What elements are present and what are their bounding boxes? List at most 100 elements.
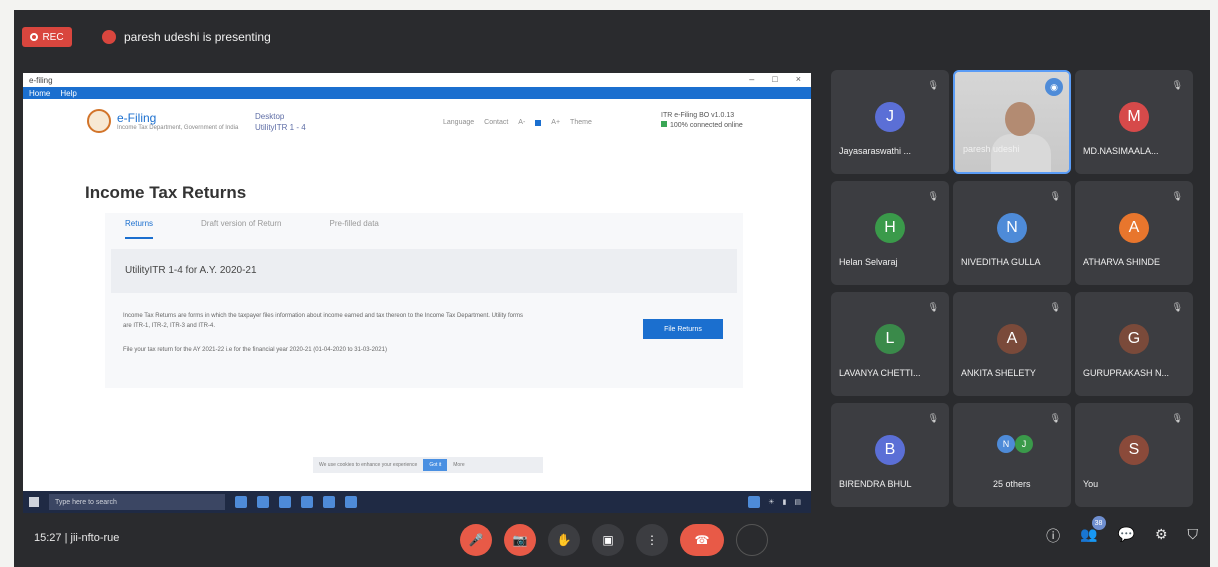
tool-font-small[interactable]: A- xyxy=(518,119,525,126)
participant-tile[interactable]: N 🎙 NIVEDITHA GULLA xyxy=(953,181,1071,285)
version-text: ITR e-Filing BO v1.0.13 xyxy=(661,112,735,119)
windows-start-icon[interactable] xyxy=(29,497,39,507)
taskbar-search[interactable]: Type here to search xyxy=(49,494,225,510)
participant-tile[interactable]: M 🎙 MD.NASIMAALA... xyxy=(1075,70,1193,174)
desktop-label: Desktop xyxy=(255,112,285,121)
mic-muted-icon: 🎙 xyxy=(927,413,939,423)
cookie-ok-button[interactable]: Got it xyxy=(423,459,448,471)
returns-card: Returns Draft version of Return Pre-fill… xyxy=(105,213,743,388)
efiling-logo: e-Filing Income Tax Department, Governme… xyxy=(87,109,238,133)
file-returns-button[interactable]: File Returns xyxy=(643,319,723,339)
present-button[interactable]: ▣ xyxy=(592,524,624,556)
participant-name: GURUPRAKASH N... xyxy=(1083,368,1170,378)
close-icon[interactable]: × xyxy=(796,74,801,84)
taskbar-search-text: Type here to search xyxy=(55,498,117,506)
explorer-icon[interactable] xyxy=(279,496,291,508)
avatar: B xyxy=(875,435,905,465)
participant-tile[interactable]: A 🎙 ATHARVA SHINDE xyxy=(1075,181,1193,285)
mail-icon[interactable] xyxy=(323,496,335,508)
tool-contact[interactable]: Contact xyxy=(484,119,508,126)
avatar: L xyxy=(875,324,905,354)
mic-muted-icon: 🎙 xyxy=(1049,302,1061,312)
others-avatars: NJ xyxy=(997,435,1033,453)
version-sub: 100% connected online xyxy=(670,122,743,129)
chat-icon[interactable]: 💬 xyxy=(1118,526,1135,546)
mic-muted-icon: 🎙 xyxy=(927,191,939,201)
extra-button[interactable] xyxy=(736,524,768,556)
info-text: Income Tax Returns are forms in which th… xyxy=(123,313,523,329)
participant-tile[interactable]: S 🎙 You xyxy=(1075,403,1193,507)
app-icon[interactable] xyxy=(345,496,357,508)
minimize-icon[interactable]: – xyxy=(749,74,754,84)
tool-font-normal[interactable] xyxy=(535,119,542,126)
mic-muted-icon: 🎙 xyxy=(1049,413,1061,423)
speaking-icon: ◉ xyxy=(1045,78,1063,96)
tab-draft[interactable]: Draft version of Return xyxy=(201,219,281,239)
side-controls: ⓘ 👥 38 💬 ⚙ ⛉ xyxy=(1046,516,1199,546)
meeting-info: 15:27 | jii-nfto-rue xyxy=(34,532,119,544)
system-tray: ☀ ▮ ▤ xyxy=(748,496,811,508)
maximize-icon[interactable]: □ xyxy=(772,74,777,84)
participant-tile[interactable]: L 🎙 LAVANYA CHETTI... xyxy=(831,292,949,396)
network-icon[interactable]: ▮ xyxy=(783,498,787,506)
participant-tile[interactable]: H 🎙 Helan Selvaraj xyxy=(831,181,949,285)
logo-subtitle: Income Tax Department, Government of Ind… xyxy=(117,125,239,131)
camera-body xyxy=(991,134,1051,172)
avatar: A xyxy=(1119,213,1149,243)
raise-hand-button[interactable]: ✋ xyxy=(548,524,580,556)
camera-off-button[interactable]: 📷 xyxy=(504,524,536,556)
host-controls-icon[interactable]: ⛉ xyxy=(1188,526,1199,546)
participant-tile[interactable]: ◉ paresh udeshi xyxy=(953,70,1071,174)
presenter-text: paresh udeshi is presenting xyxy=(124,30,271,44)
notification-icon[interactable]: ▤ xyxy=(794,498,801,506)
menu-help[interactable]: Help xyxy=(60,89,76,98)
participant-tile[interactable]: B 🎙 BIRENDRA BHUL xyxy=(831,403,949,507)
participant-count: 38 xyxy=(1091,516,1106,530)
camera-face xyxy=(1005,102,1035,136)
end-call-button[interactable]: ☎ xyxy=(680,524,724,556)
participant-tile[interactable]: A 🎙 ANKITA SHELETY xyxy=(953,292,1071,396)
participant-tile[interactable]: N J 🎙 25 others xyxy=(953,403,1071,507)
utility-label: UtilityITR 1 - 4 xyxy=(255,123,306,132)
participant-name: ANKITA SHELETY xyxy=(961,368,1036,378)
participant-name: You xyxy=(1083,479,1099,489)
chrome-icon[interactable] xyxy=(748,496,761,508)
participant-tile[interactable]: G 🎙 GURUPRAKASH N... xyxy=(1075,292,1193,396)
window-controls: – □ × xyxy=(749,74,801,84)
tab-returns[interactable]: Returns xyxy=(125,219,154,239)
avatar: A xyxy=(997,324,1027,354)
cookie-more-link[interactable]: More xyxy=(453,462,464,468)
mic-off-button[interactable]: 🎤 xyxy=(460,524,492,556)
weather-icon[interactable]: ☀ xyxy=(768,498,774,506)
presenter-avatar xyxy=(102,30,116,44)
tool-language[interactable]: Language xyxy=(443,119,474,126)
logo-title: e-Filing xyxy=(117,111,157,125)
tab-prefilled[interactable]: Pre-filled data xyxy=(330,219,379,239)
tool-theme[interactable]: Theme xyxy=(570,119,592,126)
shared-screen: e-filing – □ × Home Help e-Filing Income… xyxy=(23,73,811,513)
edge-icon[interactable] xyxy=(257,496,269,508)
cookie-banner: We use cookies to enhance your experienc… xyxy=(313,457,543,473)
more-options-button[interactable]: ⋮ xyxy=(636,524,668,556)
participant-name: Helan Selvaraj xyxy=(839,257,898,267)
meeting-time: 15:27 xyxy=(34,532,62,544)
info-icon[interactable]: ⓘ xyxy=(1046,526,1060,546)
avatar: S xyxy=(1119,435,1149,465)
participant-name: 25 others xyxy=(993,479,1031,489)
tool-font-large[interactable]: A+ xyxy=(551,119,560,126)
participant-name: ATHARVA SHINDE xyxy=(1083,257,1161,267)
page-title: Income Tax Returns xyxy=(85,183,247,202)
taskview-icon[interactable] xyxy=(235,496,247,508)
mini-avatar: J xyxy=(1015,435,1033,453)
activities-icon[interactable]: ⚙ xyxy=(1155,526,1168,546)
people-icon[interactable]: 👥 38 xyxy=(1080,516,1106,546)
participant-name: NIVEDITHA GULLA xyxy=(961,257,1041,267)
signal-icon xyxy=(661,121,667,127)
mic-muted-icon: 🎙 xyxy=(1171,302,1183,312)
participant-tile[interactable]: J 🎙 Jayasaraswathi ... xyxy=(831,70,949,174)
window-menubar: Home Help xyxy=(23,87,811,99)
store-icon[interactable] xyxy=(301,496,313,508)
header-tools: Language Contact A- A+ Theme xyxy=(443,119,592,126)
window-titlebar: e-filing – □ × xyxy=(23,73,811,87)
menu-home[interactable]: Home xyxy=(29,89,50,98)
